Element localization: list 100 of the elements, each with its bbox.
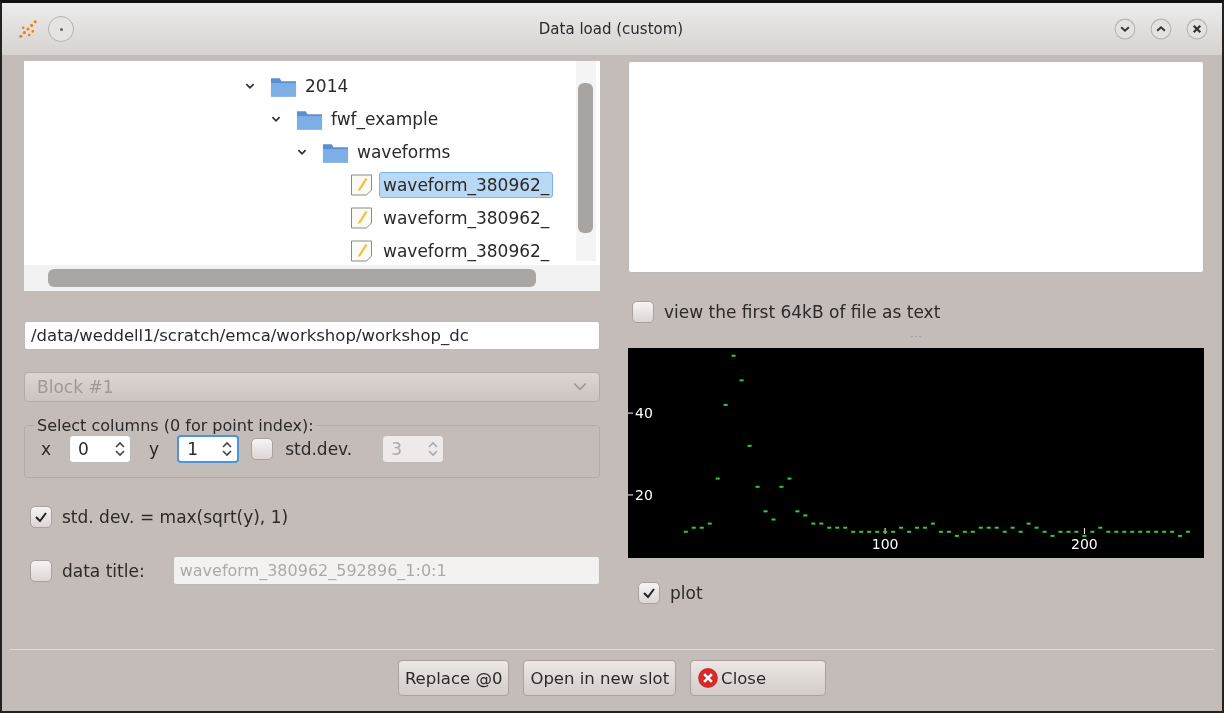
data-point	[922, 526, 927, 529]
checkbox[interactable]	[632, 301, 654, 323]
data-point	[723, 403, 728, 406]
data-point	[835, 526, 840, 529]
data-point	[1138, 530, 1143, 533]
data-point	[954, 534, 959, 537]
data-point	[1106, 530, 1111, 533]
document-icon	[348, 172, 375, 197]
checkbox[interactable]	[30, 506, 52, 528]
data-point	[1010, 526, 1015, 529]
data-point	[899, 526, 904, 529]
x-tick-label: 100	[871, 536, 899, 552]
data-point	[819, 522, 824, 525]
data-point	[891, 530, 896, 533]
data-point	[930, 522, 935, 525]
data-point	[779, 485, 784, 488]
data-point	[994, 526, 999, 529]
checkbox[interactable]	[251, 438, 274, 460]
y-tick-label: 20	[635, 486, 653, 503]
data-point	[1058, 530, 1063, 533]
dialog-button[interactable]: Open in new slot	[523, 660, 677, 696]
data-point	[691, 526, 696, 529]
checkbox-label: std. dev. = max(sqrt(y), 1)	[62, 507, 289, 527]
data-point	[1146, 530, 1151, 533]
data-point	[883, 530, 888, 533]
data-point	[1074, 530, 1079, 533]
spin-box[interactable]: 1	[177, 435, 240, 463]
data-point	[843, 526, 848, 529]
app-icon	[16, 17, 40, 41]
data-point	[731, 354, 736, 357]
checkbox[interactable]	[30, 559, 52, 582]
checkbox-label: plot	[670, 583, 703, 603]
data-point	[851, 530, 856, 533]
data-point	[699, 526, 704, 529]
document-icon	[348, 205, 375, 230]
maximize-button[interactable]	[1150, 18, 1172, 40]
tree-item[interactable]: waveforms	[353, 138, 455, 165]
checkbox-label: std.dev.	[285, 439, 353, 459]
data-point	[1186, 530, 1191, 533]
y-tick: 40	[628, 405, 653, 422]
spin-label: y	[149, 439, 160, 459]
data-point	[1066, 530, 1071, 533]
data-point	[875, 530, 880, 533]
data-point	[811, 522, 816, 525]
data-point	[1082, 534, 1087, 537]
data-point	[755, 485, 760, 488]
data-point	[771, 518, 776, 521]
tree-item[interactable]: fwf_example	[327, 105, 443, 132]
data-point	[1154, 530, 1159, 533]
window-title: Data load (custom)	[537, 20, 685, 38]
checkbox-label: data title:	[62, 560, 145, 581]
data-point	[938, 530, 943, 533]
x-tick: 100	[871, 527, 899, 552]
x-tick-label: 200	[1071, 536, 1098, 552]
cancel-icon	[697, 667, 720, 689]
tree-item[interactable]: waveform_380962_	[379, 204, 554, 231]
group-title: Select columns (0 for point index):	[36, 416, 315, 435]
close-button[interactable]: Close	[690, 660, 827, 696]
data-point	[1018, 530, 1023, 533]
y-tick: 20	[628, 486, 653, 503]
data-point	[867, 530, 872, 533]
minimize-button[interactable]	[1114, 18, 1136, 40]
tree-item[interactable]: waveform_380962_	[379, 237, 554, 264]
y-tick-label: 40	[635, 405, 653, 422]
data-point	[787, 477, 792, 480]
tree-item[interactable]: waveform_380962_	[379, 171, 554, 198]
data-point	[795, 510, 800, 513]
data-point	[715, 477, 720, 480]
data-point	[683, 530, 688, 533]
data-point	[1114, 530, 1119, 533]
dialog-button[interactable]: Replace @0	[397, 660, 510, 696]
spin-box[interactable]: 0	[69, 435, 132, 463]
data-point	[962, 530, 967, 533]
data-point	[970, 530, 975, 533]
horizontal-scrollbar[interactable]	[24, 265, 600, 291]
data-point	[1050, 534, 1055, 537]
tree-item[interactable]: 2014	[301, 72, 353, 99]
path-field[interactable]: /data/weddell1/scratch/emca/workshop/workshop_dc	[24, 321, 600, 350]
data-point	[1130, 530, 1135, 533]
data-point	[707, 522, 712, 525]
data-point	[1098, 526, 1103, 529]
data-point	[1034, 526, 1039, 529]
data-point	[915, 526, 919, 529]
chevron-icon	[573, 382, 587, 392]
data-point	[946, 530, 951, 533]
checkbox[interactable]	[638, 582, 660, 604]
data-point	[859, 530, 864, 533]
data-point	[1042, 530, 1047, 533]
spin-label: x	[41, 439, 52, 459]
data-point	[1002, 530, 1007, 533]
close-icon[interactable]	[1186, 18, 1208, 40]
checkbox-label: view the first 64kB of file as text	[664, 302, 941, 322]
vertical-scrollbar[interactable]	[576, 61, 596, 261]
data-point	[907, 530, 911, 533]
data-point	[1162, 530, 1167, 533]
data-point	[1090, 530, 1095, 533]
data-point	[747, 444, 752, 447]
data-point	[803, 514, 808, 517]
data-point	[1026, 522, 1031, 525]
data-point	[1170, 530, 1175, 533]
